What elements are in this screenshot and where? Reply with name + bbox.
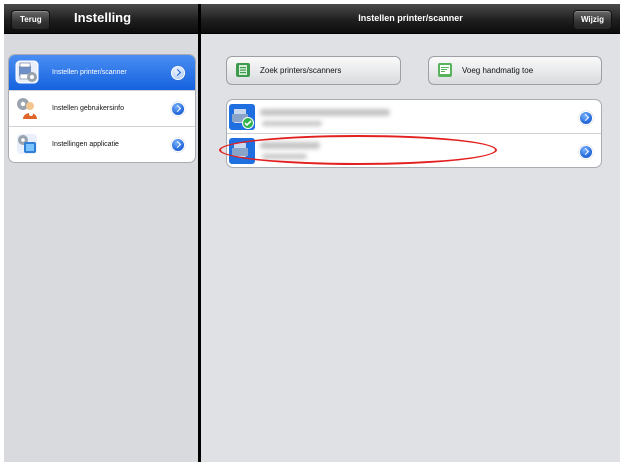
search-printers-button[interactable]: Zoek printers/scanners xyxy=(226,56,401,85)
printer-name-blurred xyxy=(260,109,390,116)
sidebar-title: Instelling xyxy=(74,10,132,25)
sidebar-item-application-settings[interactable]: Instellingen applicatie xyxy=(9,126,195,162)
edit-button[interactable]: Wijzig xyxy=(572,10,612,30)
back-button[interactable]: Terug xyxy=(11,10,50,30)
sidebar-item-printer-scanner[interactable]: Instellen printer/scanner xyxy=(9,55,195,90)
detail-pane: Zoek printers/scanners Voeg handmatig to… xyxy=(201,34,620,462)
disclosure-arrow-icon[interactable] xyxy=(171,102,185,116)
printer-connected-icon xyxy=(229,104,255,130)
printer-name-blurred xyxy=(260,142,320,149)
add-manually-button[interactable]: Voeg handmatig toe xyxy=(428,56,602,85)
manual-add-icon xyxy=(438,63,452,77)
printer-row-1[interactable] xyxy=(227,100,601,133)
add-manually-label: Voeg handmatig toe xyxy=(462,66,534,75)
printer-search-icon xyxy=(236,63,250,77)
disclosure-arrow-icon[interactable] xyxy=(579,111,593,125)
printer-detail-blurred xyxy=(262,154,307,159)
printer-icon xyxy=(229,138,255,164)
printer-row-2[interactable] xyxy=(227,133,601,167)
sidebar-item-label: Instellen printer/scanner xyxy=(52,69,127,76)
disclosure-arrow-icon[interactable] xyxy=(171,66,185,80)
user-info-settings-icon xyxy=(17,98,37,119)
detail-header: Instellen printer/scanner Wijzig xyxy=(201,4,620,34)
search-printers-label: Zoek printers/scanners xyxy=(260,66,342,75)
sidebar-item-user-info[interactable]: Instellen gebruikersinfo xyxy=(9,90,195,126)
settings-screen: Terug Instelling Instellen printer/scann… xyxy=(0,0,624,462)
printer-detail-blurred xyxy=(262,121,322,126)
sidebar-header: Terug Instelling xyxy=(4,4,198,34)
printer-list xyxy=(226,99,602,168)
detail-title: Instellen printer/scanner xyxy=(358,13,463,23)
printer-scanner-settings-icon xyxy=(15,60,39,84)
settings-menu: Instellen printer/scanner Instellen gebr… xyxy=(8,54,196,163)
sidebar-item-label: Instellen gebruikersinfo xyxy=(52,105,124,112)
disclosure-arrow-icon[interactable] xyxy=(579,145,593,159)
application-settings-icon xyxy=(17,134,37,154)
sidebar-item-label: Instellingen applicatie xyxy=(52,141,119,148)
sidebar: Instellen printer/scanner Instellen gebr… xyxy=(4,34,198,462)
disclosure-arrow-icon[interactable] xyxy=(171,138,185,152)
